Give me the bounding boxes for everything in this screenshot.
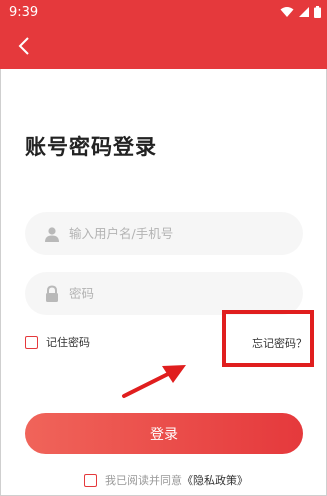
- login-button[interactable]: 登录: [25, 413, 303, 454]
- remember-password-label: 记住密码: [46, 336, 90, 349]
- signal-icon: [299, 7, 309, 17]
- status-bar: 9:39: [0, 0, 327, 24]
- username-field[interactable]: [25, 212, 303, 255]
- status-time: 9:39: [9, 5, 39, 20]
- annotation-arrow-icon: [122, 365, 186, 398]
- wifi-icon: [280, 7, 294, 17]
- password-input[interactable]: [69, 286, 269, 301]
- status-icons: [280, 5, 321, 19]
- battery-icon: [314, 6, 321, 18]
- annotation-highlight-box: [222, 310, 314, 367]
- agreement-text: 我已阅读并同意: [105, 474, 182, 487]
- agreement-row: 我已阅读并同意 《隐私政策》: [84, 472, 248, 488]
- chevron-left-icon: [18, 37, 29, 55]
- username-input[interactable]: [69, 226, 269, 241]
- remember-password-row[interactable]: 记住密码: [25, 334, 90, 350]
- page-title: 账号密码登录: [25, 135, 157, 159]
- privacy-policy-link[interactable]: 《隐私政策》: [182, 472, 248, 488]
- lock-icon: [43, 284, 61, 303]
- app-header: [0, 24, 327, 69]
- user-icon: [43, 225, 61, 243]
- back-button[interactable]: [10, 32, 38, 60]
- remember-password-checkbox[interactable]: [25, 335, 38, 349]
- password-field[interactable]: [25, 272, 303, 315]
- agreement-checkbox[interactable]: [84, 473, 97, 487]
